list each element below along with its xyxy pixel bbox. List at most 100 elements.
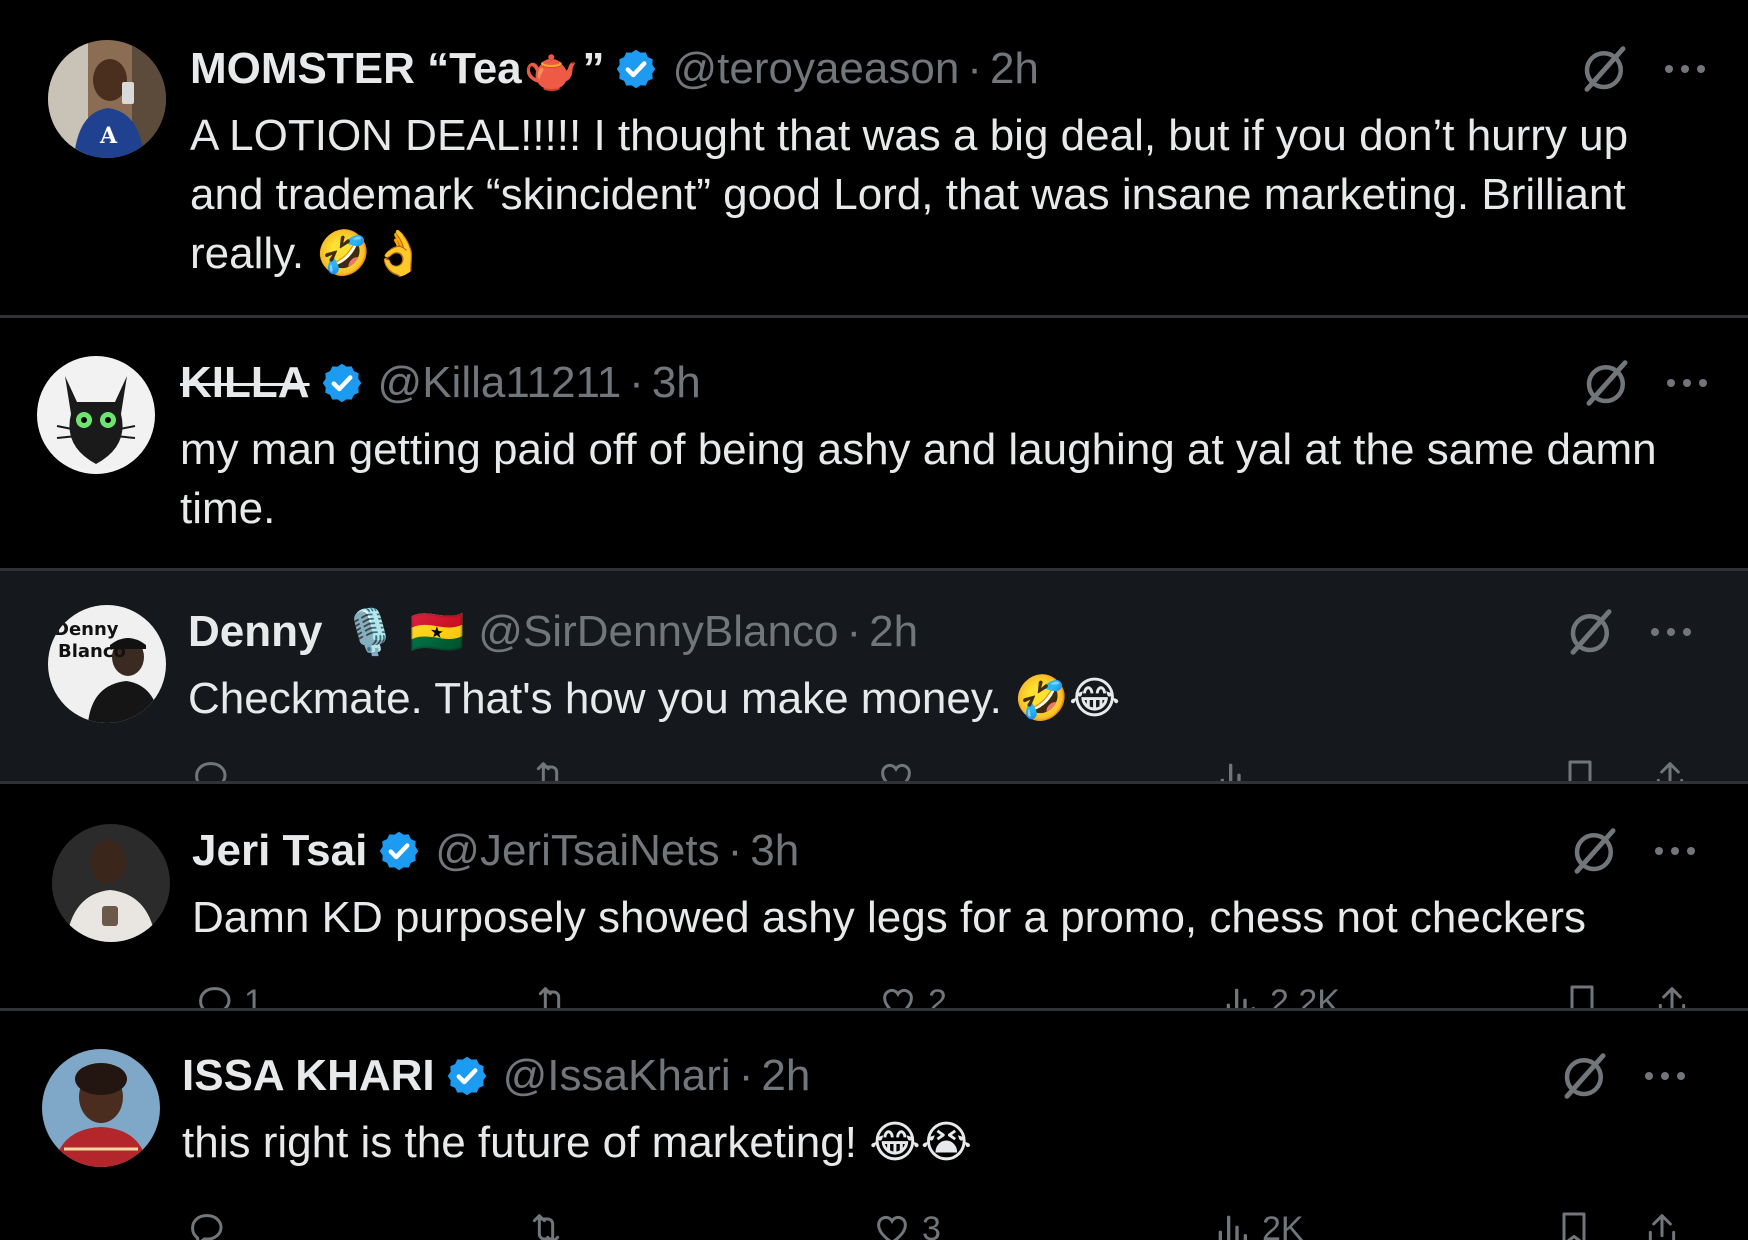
bookmark-button[interactable]	[1554, 1209, 1594, 1240]
bookmark-button[interactable]	[1560, 757, 1600, 781]
display-name[interactable]: MOMSTER “Tea	[190, 44, 522, 94]
avatar[interactable]: A	[48, 40, 166, 158]
reply-button[interactable]	[186, 1209, 226, 1240]
tweet-text: this right is the future of marketing! 😂…	[182, 1118, 973, 1167]
views-button[interactable]: 2K	[1212, 1209, 1304, 1240]
reply-button[interactable]	[190, 757, 230, 781]
display-name[interactable]: KILLA	[180, 358, 310, 408]
tweet-header: MOMSTER “Tea 🫖” @teroyaeason · 2h	[190, 42, 1039, 96]
tweet-denny[interactable]: Denny Blanco Denny 🎙️ 🇬🇭 @SirDennyBlanco ·…	[0, 571, 1748, 781]
more-icon[interactable]	[1651, 841, 1699, 861]
reply-icon	[190, 757, 230, 781]
share-button[interactable]	[1652, 982, 1692, 1010]
share-icon	[1642, 1209, 1682, 1240]
timestamp[interactable]: 2h	[990, 44, 1039, 94]
like-button[interactable]	[876, 757, 916, 781]
views-count: 2K	[1262, 1209, 1304, 1240]
display-name-suffix: ”	[582, 44, 605, 93]
views-button[interactable]	[1214, 757, 1254, 781]
divider	[0, 781, 1748, 784]
handle[interactable]: @teroyaeason	[672, 44, 959, 94]
share-icon	[1650, 757, 1690, 781]
more-icon[interactable]	[1663, 373, 1711, 393]
like-count: 2	[928, 982, 947, 1011]
timestamp[interactable]: 2h	[869, 607, 918, 657]
views-button[interactable]: 2.2K	[1220, 982, 1340, 1010]
more-icon[interactable]	[1661, 59, 1709, 79]
grok-icon[interactable]	[1568, 824, 1622, 878]
tweet-momster[interactable]: A MOMSTER “Tea 🫖” @teroyaeason · 2h A LOTIO…	[0, 0, 1748, 315]
timestamp[interactable]: 2h	[761, 1051, 810, 1101]
display-name[interactable]: ISSA KHARI	[182, 1051, 435, 1101]
handle[interactable]: @JeriTsaiNets	[435, 826, 719, 876]
share-icon	[1652, 982, 1692, 1010]
views-icon	[1212, 1209, 1252, 1240]
handle[interactable]: @SirDennyBlanco	[478, 607, 838, 657]
grok-icon[interactable]	[1578, 42, 1632, 96]
more-icon[interactable]	[1647, 622, 1695, 642]
verified-badge-icon	[377, 829, 421, 873]
share-button[interactable]	[1642, 1209, 1682, 1240]
verified-badge-icon	[320, 361, 364, 405]
share-button[interactable]	[1650, 757, 1690, 781]
retweet-button[interactable]	[530, 757, 570, 781]
avatar-text-denny: Denny	[54, 619, 119, 640]
avatar-image	[42, 1049, 160, 1167]
retweet-icon	[526, 1209, 566, 1240]
tweet-killa[interactable]: KILLA @Killa11211 · 3h my man getting paid…	[0, 318, 1748, 568]
svg-text:A: A	[99, 123, 118, 149]
name-emoji: 🎙️ 🇬🇭	[342, 608, 465, 657]
grok-icon[interactable]	[1558, 1049, 1612, 1103]
reply-icon	[194, 982, 234, 1010]
retweet-button[interactable]	[526, 1209, 566, 1240]
like-count: 3	[922, 1209, 941, 1240]
avatar[interactable]	[52, 824, 170, 942]
tweet-jeri-tsai[interactable]: Jeri Tsai @JeriTsaiNets · 3h Damn KD purpo…	[0, 786, 1748, 1010]
like-button[interactable]: 3	[872, 1209, 941, 1240]
timestamp[interactable]: 3h	[750, 826, 799, 876]
tweet-text: Damn KD purposely showed ashy legs for a…	[192, 893, 1586, 942]
tweet-header: Denny 🎙️ 🇬🇭 @SirDennyBlanco · 2h	[188, 605, 918, 659]
more-icon[interactable]	[1641, 1066, 1689, 1086]
retweet-button[interactable]	[532, 982, 572, 1010]
bookmark-icon	[1560, 757, 1600, 781]
action-bar: 3 2K	[0, 1209, 1748, 1240]
views-icon	[1214, 757, 1254, 781]
retweet-icon	[532, 982, 572, 1010]
avatar[interactable]	[42, 1049, 160, 1167]
teapot-emoji: 🫖	[523, 45, 579, 94]
verified-badge-icon	[614, 47, 658, 91]
separator: ·	[967, 44, 982, 93]
separator: ·	[738, 1051, 754, 1100]
reply-button[interactable]: 1	[194, 982, 263, 1010]
display-name[interactable]: Jeri Tsai	[192, 826, 367, 876]
display-name[interactable]: Denny	[188, 607, 322, 657]
avatar-image: Denny Blanco	[48, 605, 166, 723]
timestamp[interactable]: 3h	[652, 358, 701, 408]
like-button[interactable]: 2	[878, 982, 947, 1010]
grok-icon[interactable]	[1580, 356, 1634, 410]
separator: ·	[846, 607, 862, 656]
separator: ·	[629, 358, 644, 407]
avatar[interactable]: Denny Blanco	[48, 605, 166, 723]
action-bar	[0, 757, 1748, 781]
avatar-image: A	[48, 40, 166, 158]
handle[interactable]: @IssaKhari	[503, 1051, 731, 1101]
tweet-issa-khari[interactable]: ISSA KHARI @IssaKhari · 2h this right is t…	[0, 1011, 1748, 1240]
bookmark-icon	[1562, 982, 1602, 1010]
tweet-header: ISSA KHARI @IssaKhari · 2h	[182, 1049, 810, 1103]
separator: ·	[727, 826, 743, 875]
avatar[interactable]	[37, 356, 155, 474]
tweet-text: A LOTION DEAL!!!!! I thought that was a …	[190, 111, 1629, 278]
reply-count: 1	[244, 982, 263, 1011]
handle[interactable]: @Killa11211	[378, 358, 622, 408]
avatar-image	[52, 824, 170, 942]
like-icon	[876, 757, 916, 781]
bookmark-button[interactable]	[1562, 982, 1602, 1010]
grok-icon[interactable]	[1564, 605, 1618, 659]
avatar-text-blanco: Blanco	[58, 641, 126, 662]
like-icon	[872, 1209, 912, 1240]
retweet-icon	[530, 757, 570, 781]
avatar-image	[37, 356, 155, 474]
bookmark-icon	[1554, 1209, 1594, 1240]
